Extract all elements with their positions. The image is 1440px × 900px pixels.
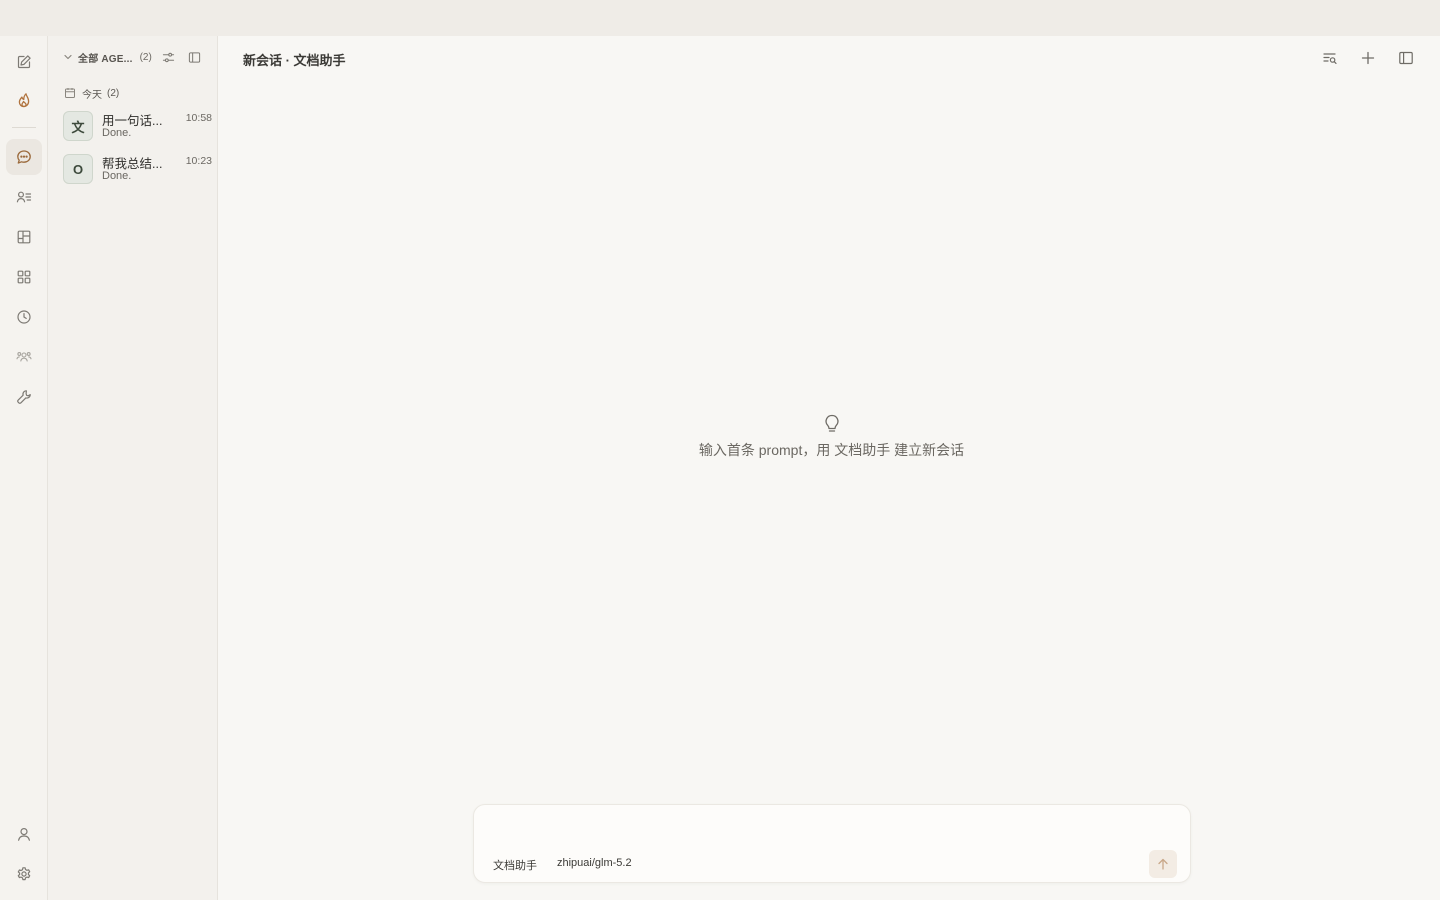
session-sidebar: 全部 AGE... (2) 今天 (2) 文 用一句话... Done. 10:… — [48, 36, 218, 900]
send-button[interactable] — [1149, 850, 1177, 878]
apps-nav[interactable] — [6, 259, 42, 295]
team-nav[interactable] — [6, 339, 42, 375]
avatar: 文 — [63, 111, 93, 141]
new-chat-button[interactable] — [6, 44, 42, 80]
sidebar-header: 全部 AGE... (2) — [62, 48, 212, 66]
group-label: 今天 — [82, 89, 102, 101]
agent-filter-label[interactable]: 全部 AGE... — [78, 50, 133, 65]
tools-nav[interactable] — [6, 379, 42, 415]
plus-icon — [1361, 51, 1375, 65]
wrench-icon — [17, 390, 31, 404]
message-composer: 文档助手 zhipuai/glm-5.2 — [473, 804, 1191, 883]
profile-button[interactable] — [6, 816, 42, 852]
icon-rail — [0, 36, 48, 900]
agent-filter-count: (2) — [139, 51, 152, 63]
clock-icon — [17, 310, 31, 324]
gear-icon — [17, 867, 31, 881]
flame-icon — [18, 93, 30, 108]
group-today: 今天 (2) — [64, 86, 120, 101]
group-count: (2) — [107, 87, 120, 99]
agent-selector[interactable]: 文档助手 — [493, 857, 537, 873]
sidebar-toggle-icon — [1399, 51, 1413, 65]
user-icon — [18, 827, 30, 841]
session-subtitle: Done. — [102, 170, 132, 182]
history-nav[interactable] — [6, 299, 42, 335]
collapse-sidebar-button[interactable] — [187, 49, 203, 65]
page-title: 新会话 · 文档助手 — [243, 53, 346, 68]
session-item[interactable]: O 帮我总结... Done. 10:23 — [62, 151, 212, 189]
session-subtitle: Done. — [102, 127, 132, 139]
rail-divider — [12, 127, 36, 128]
lightbulb-icon — [821, 412, 843, 434]
chevron-down-icon[interactable] — [62, 51, 74, 63]
filter-settings-button[interactable] — [161, 49, 177, 65]
edit-icon — [17, 55, 31, 69]
empty-state: 输入首条 prompt，用 文档助手 建立新会话 — [219, 412, 1440, 460]
avatar: O — [63, 154, 93, 184]
chat-bubble-icon — [17, 150, 31, 164]
search-sessions-button[interactable] — [1318, 46, 1342, 70]
team-icon — [16, 352, 32, 362]
board-nav[interactable] — [6, 219, 42, 255]
board-icon — [17, 230, 31, 244]
user-list-icon — [16, 191, 32, 203]
main-panel: 新会话 · 文档助手 输入首条 prompt，用 文档助手 建立新会话 文档助手 — [219, 36, 1440, 900]
prompt-input[interactable] — [488, 815, 1176, 849]
list-search-icon — [1323, 53, 1337, 64]
agents-nav[interactable] — [6, 179, 42, 215]
empty-state-hint: 输入首条 prompt，用 文档助手 建立新会话 — [698, 442, 965, 458]
settings-button[interactable] — [6, 856, 42, 892]
calendar-icon — [64, 87, 76, 99]
grid-icon — [17, 270, 31, 284]
sidebar-toggle-icon — [189, 51, 201, 63]
conversations-nav[interactable] — [6, 139, 42, 175]
toggle-panel-button[interactable] — [1394, 46, 1418, 70]
hot-button[interactable] — [6, 82, 42, 118]
model-selector[interactable]: zhipuai/glm-5.2 — [557, 857, 632, 869]
new-session-button[interactable] — [1356, 46, 1380, 70]
session-item[interactable]: 文 用一句话... Done. 10:58 — [62, 108, 212, 146]
arrow-up-icon — [1158, 858, 1168, 870]
sliders-icon — [163, 52, 175, 62]
window-title-bar — [0, 0, 1440, 36]
session-time: 10:23 — [185, 155, 212, 167]
session-time: 10:58 — [185, 112, 212, 124]
